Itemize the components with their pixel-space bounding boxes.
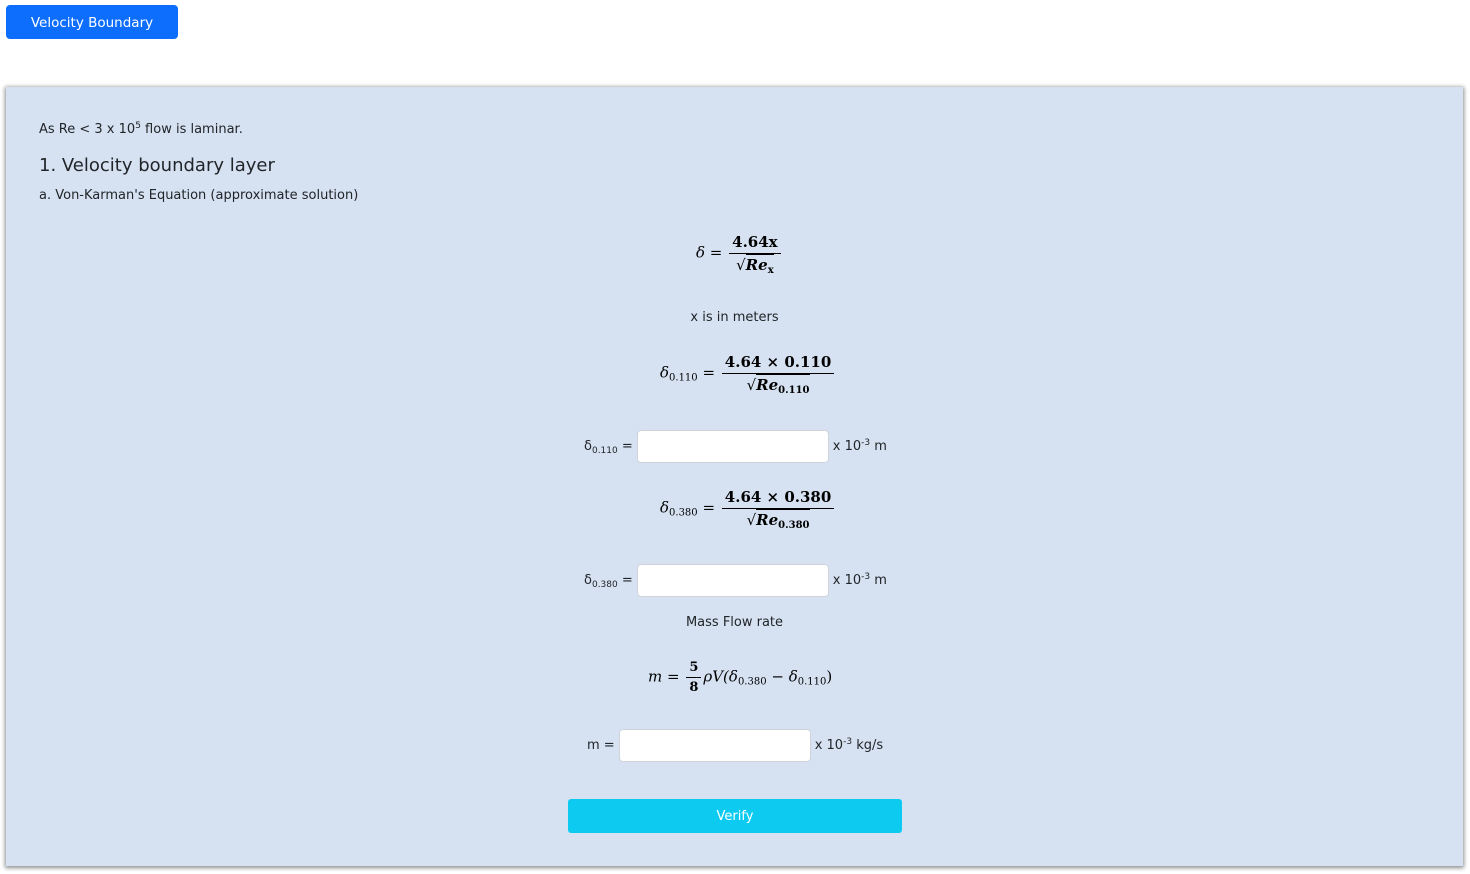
mass-unit-prefix: x 10 bbox=[814, 737, 844, 753]
mass-eq-d1: δ bbox=[728, 667, 738, 686]
mass-unit-exp: -3 bbox=[843, 736, 853, 747]
delta-110-label-sub: 0.110 bbox=[591, 445, 618, 456]
mass-eq-minus: − bbox=[766, 667, 789, 686]
delta-380-label: δ0.380 = bbox=[584, 572, 633, 590]
eq-general-fraction: 4.64x √Rex bbox=[729, 233, 781, 276]
delta-380-unit-prefix: x 10 bbox=[832, 572, 862, 588]
eq-general-denominator: √Rex bbox=[736, 254, 774, 276]
delta-380-unit-suffix: m bbox=[870, 572, 887, 588]
mass-eq-lhs: m bbox=[648, 667, 663, 686]
delta-110-equation: δ0.110 = 4.64 × 0.110 √Re0.110 bbox=[660, 353, 836, 396]
delta-380-unit: x 10-3 m bbox=[832, 571, 887, 588]
eq-general-den-base: Re bbox=[745, 256, 768, 274]
delta-110-equals: = bbox=[617, 438, 633, 454]
mass-flow-equation: m = 5 8 ρV(δ0.380 − δ0.110) bbox=[648, 660, 833, 695]
section-subtitle: a. Von-Karman's Equation (approximate so… bbox=[39, 188, 359, 203]
eq1-numerator: 4.64 × 0.110 bbox=[721, 353, 835, 374]
mass-eq-body: ρV( bbox=[703, 667, 729, 686]
delta-380-equation: δ0.380 = 4.64 × 0.380 √Re0.380 bbox=[660, 488, 836, 531]
delta-380-row: δ0.380 = x 10-3 m bbox=[584, 563, 887, 597]
delta-110-input[interactable] bbox=[636, 429, 829, 463]
mass-label: m = bbox=[587, 737, 615, 753]
delta-110-row: δ0.110 = x 10-3 m bbox=[584, 429, 887, 463]
delta-110-label: δ0.110 = bbox=[584, 438, 633, 456]
eq-general-lhs: δ bbox=[696, 243, 706, 262]
velocity-boundary-layer-button[interactable]: Velocity Boundary layer bbox=[6, 5, 178, 65]
eq2-denominator: √Re0.380 bbox=[746, 509, 810, 531]
eq1-fraction: 4.64 × 0.110 √Re0.110 bbox=[721, 353, 835, 396]
intro-prefix: As Re < 3 x 10 bbox=[39, 122, 136, 137]
mass-eq-fraction: 5 8 bbox=[686, 660, 702, 695]
mass-eq-numerator: 5 bbox=[686, 660, 702, 678]
delta-110-unit-suffix: m bbox=[870, 438, 887, 454]
mass-eq-d1-sub: 0.380 bbox=[737, 676, 767, 688]
eq-general-den-sub: x bbox=[767, 265, 774, 276]
eq2-den-base: Re bbox=[756, 511, 779, 529]
eq1-den-sub: 0.110 bbox=[778, 385, 810, 396]
mass-input[interactable] bbox=[618, 728, 811, 762]
von-karman-equation: δ = 4.64x √Rex bbox=[696, 233, 783, 276]
mass-unit: x 10-3 kg/s bbox=[814, 736, 884, 753]
mass-eq-close: ) bbox=[826, 667, 833, 686]
eq2-lhs: δ bbox=[660, 498, 670, 517]
delta-380-label-sub: 0.380 bbox=[591, 579, 618, 590]
eq1-denominator: √Re0.110 bbox=[746, 374, 810, 396]
mass-unit-suffix: kg/s bbox=[852, 737, 884, 753]
delta-110-symbol: δ bbox=[584, 438, 592, 454]
verify-button[interactable]: Verify bbox=[568, 799, 902, 833]
laminar-flow-note: As Re < 3 x 105 flow is laminar. bbox=[39, 122, 243, 138]
mass-row: m = x 10-3 kg/s bbox=[587, 728, 883, 762]
delta-380-input[interactable] bbox=[636, 563, 829, 597]
delta-380-unit-exp: -3 bbox=[861, 571, 871, 582]
eq1-lhs-sub: 0.110 bbox=[669, 372, 698, 384]
mass-eq-d2-sub: 0.110 bbox=[797, 676, 827, 688]
delta-110-unit: x 10-3 m bbox=[832, 437, 887, 454]
delta-380-equals: = bbox=[617, 572, 633, 588]
delta-110-unit-exp: -3 bbox=[861, 437, 871, 448]
mass-eq-denominator: 8 bbox=[689, 680, 699, 695]
section-title: 1. Velocity boundary layer bbox=[39, 155, 275, 176]
eq1-lhs: δ bbox=[660, 363, 670, 382]
eq2-den-sub: 0.380 bbox=[778, 520, 810, 531]
eq2-numerator: 4.64 × 0.380 bbox=[721, 488, 835, 509]
eq-general-numerator: 4.64x bbox=[729, 233, 781, 254]
intro-suffix: flow is laminar. bbox=[140, 122, 243, 137]
units-note: x is in meters bbox=[690, 310, 779, 325]
eq2-fraction: 4.64 × 0.380 √Re0.380 bbox=[721, 488, 835, 531]
eq1-den-base: Re bbox=[756, 376, 779, 394]
delta-110-unit-prefix: x 10 bbox=[832, 438, 862, 454]
mass-flow-title: Mass Flow rate bbox=[685, 615, 784, 630]
eq2-lhs-sub: 0.380 bbox=[669, 507, 698, 519]
content-panel: As Re < 3 x 105 flow is laminar. 1. Velo… bbox=[6, 87, 1463, 866]
mass-eq-d2: δ bbox=[788, 667, 798, 686]
delta-380-symbol: δ bbox=[584, 572, 592, 588]
